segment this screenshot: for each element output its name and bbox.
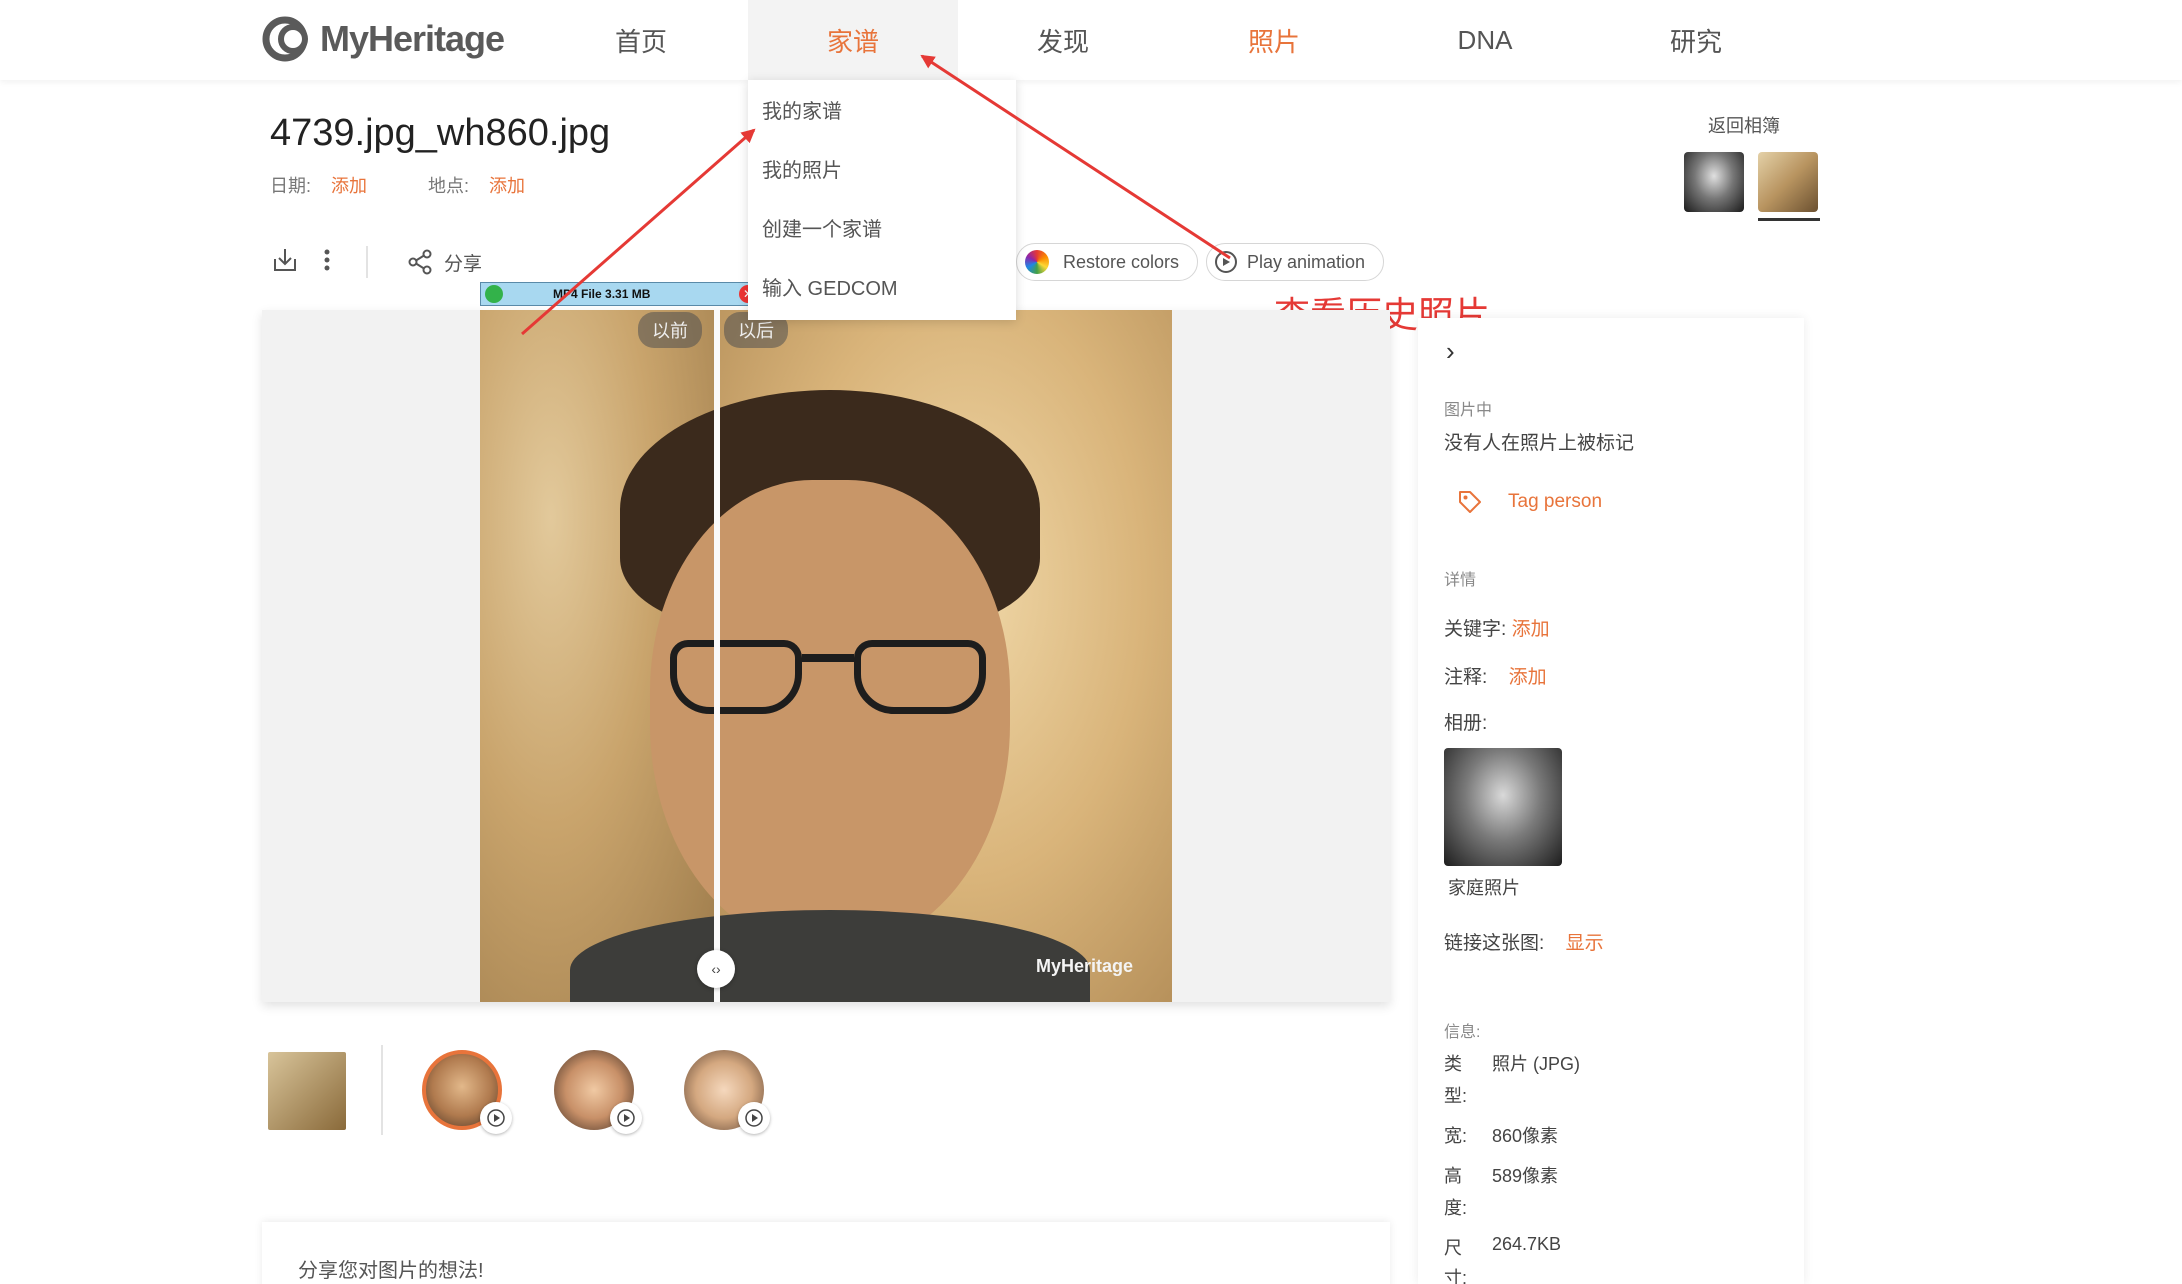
share-button[interactable]: 分享 bbox=[406, 248, 482, 276]
photo-watermark: MyHeritage bbox=[1036, 956, 1134, 976]
notes-label: 注释: bbox=[1444, 667, 1488, 688]
info-height-row-cont: 度: bbox=[1444, 1194, 1484, 1220]
info-size-key: 尺 bbox=[1444, 1238, 1462, 1258]
download-file-label: MP4 File 3.31 MB bbox=[553, 287, 651, 301]
restore-colors-button[interactable]: Restore colors bbox=[1016, 243, 1199, 281]
date-label: 日期: bbox=[270, 176, 312, 196]
info-size-row-cont: 寸: bbox=[1444, 1264, 1484, 1284]
comparison-divider[interactable] bbox=[714, 310, 720, 1002]
place-field: 地点: 添加 bbox=[428, 172, 525, 198]
link-row: 链接这张图: 显示 bbox=[1444, 928, 1604, 955]
comparison-slider-handle[interactable]: ‹› bbox=[697, 950, 735, 988]
color-wheel-icon bbox=[1025, 250, 1049, 274]
toolbar-divider bbox=[366, 246, 368, 278]
add-place-link[interactable]: 添加 bbox=[489, 176, 525, 196]
family-album-thumbnail[interactable] bbox=[1444, 748, 1562, 866]
info-type-key-cont: 型: bbox=[1444, 1086, 1468, 1106]
play-animation-label: Play animation bbox=[1247, 251, 1366, 272]
thumbnail-divider bbox=[381, 1045, 383, 1135]
info-width-value: 860像素 bbox=[1492, 1126, 1559, 1146]
info-type-row: 类 照片 (JPG) bbox=[1444, 1050, 1580, 1076]
full-photo-thumbnail[interactable] bbox=[268, 1052, 346, 1130]
info-height-row: 高 589像素 bbox=[1444, 1162, 1558, 1188]
photo-toolbar: 分享 bbox=[270, 245, 482, 279]
share-icon bbox=[408, 249, 432, 275]
keywords-row: 关键字: 添加 bbox=[1444, 614, 1550, 641]
info-heading: 信息: bbox=[1444, 1024, 1481, 1041]
play-icon bbox=[1215, 251, 1237, 273]
album-photo-thumb[interactable] bbox=[1684, 152, 1744, 212]
nav-discover[interactable]: 发现 bbox=[958, 0, 1168, 80]
menu-item-my-photos[interactable]: 我的照片 bbox=[748, 139, 1016, 198]
info-type-row-cont: 型: bbox=[1444, 1082, 1484, 1108]
keywords-label: 关键字: bbox=[1444, 619, 1507, 640]
link-label: 链接这张图: bbox=[1444, 933, 1545, 954]
place-label: 地点: bbox=[428, 176, 470, 196]
portrait-glasses-bridge bbox=[802, 654, 854, 662]
tag-person-button[interactable]: Tag person bbox=[1456, 488, 1602, 516]
info-type-key: 类 bbox=[1444, 1054, 1462, 1074]
info-height-key-cont: 度: bbox=[1444, 1198, 1468, 1218]
nav-photos[interactable]: 照片 bbox=[1169, 0, 1379, 80]
info-width-row: 宽: 860像素 bbox=[1444, 1122, 1558, 1148]
myheritage-logo-icon bbox=[262, 16, 308, 62]
restore-colors-label: Restore colors bbox=[1063, 251, 1180, 272]
add-date-link[interactable]: 添加 bbox=[331, 176, 367, 196]
portrait-glasses-left bbox=[670, 640, 802, 714]
info-size-value: 264.7KB bbox=[1492, 1234, 1562, 1254]
notes-row: 注释: 添加 bbox=[1444, 662, 1547, 689]
comment-box[interactable]: 分享您对图片的想法! bbox=[262, 1222, 1390, 1284]
more-options-icon[interactable] bbox=[322, 245, 332, 280]
show-link[interactable]: 显示 bbox=[1566, 933, 1604, 954]
play-animation-icon[interactable] bbox=[738, 1102, 770, 1134]
photo-title: 4739.jpg_wh860.jpg bbox=[270, 112, 611, 154]
download-notification-bar[interactable]: MP4 File 3.31 MB ✕ bbox=[480, 282, 762, 306]
info-height-value: 589像素 bbox=[1492, 1166, 1559, 1186]
top-navigation-bar: MyHeritage 首页 家谱 发现 照片 DNA 研究 bbox=[0, 0, 2182, 80]
comment-prompt: 分享您对图片的想法! bbox=[298, 1260, 484, 1282]
info-type-value: 照片 (JPG) bbox=[1492, 1054, 1580, 1074]
info-height-key: 高 bbox=[1444, 1166, 1462, 1186]
date-field: 日期: 添加 bbox=[270, 172, 367, 198]
share-label: 分享 bbox=[444, 253, 483, 275]
portrait-glasses-right bbox=[854, 640, 986, 714]
before-label: 以前 bbox=[638, 312, 702, 348]
album-name[interactable]: 家庭照片 bbox=[1448, 874, 1520, 900]
album-label: 相册: bbox=[1444, 713, 1488, 734]
back-to-album-link[interactable]: 返回相簿 bbox=[1708, 112, 1780, 138]
logo-text: MyHeritage bbox=[320, 18, 505, 59]
chevron-right-icon[interactable]: › bbox=[1446, 336, 1455, 367]
family-tree-dropdown-menu: 我的家谱 我的照片 创建一个家谱 输入 GEDCOM bbox=[748, 80, 1016, 320]
nav-home[interactable]: 首页 bbox=[536, 0, 746, 80]
add-notes-link[interactable]: 添加 bbox=[1509, 667, 1547, 688]
tag-person-label: Tag person bbox=[1508, 491, 1603, 512]
current-photo-indicator bbox=[1758, 218, 1820, 221]
download-icon[interactable] bbox=[270, 245, 300, 280]
in-photo-heading: 图片中 bbox=[1444, 402, 1493, 419]
add-keywords-link[interactable]: 添加 bbox=[1512, 619, 1550, 640]
myheritage-logo[interactable]: MyHeritage bbox=[262, 14, 505, 64]
menu-item-create-family-tree[interactable]: 创建一个家谱 bbox=[748, 198, 1016, 257]
album-photo-thumb-current[interactable] bbox=[1758, 152, 1818, 212]
nav-research[interactable]: 研究 bbox=[1591, 0, 1801, 80]
menu-item-my-family-tree[interactable]: 我的家谱 bbox=[748, 80, 1016, 139]
info-size-key-cont: 寸: bbox=[1444, 1268, 1468, 1284]
details-heading: 详情 bbox=[1444, 572, 1477, 589]
menu-item-import-gedcom[interactable]: 输入 GEDCOM bbox=[748, 257, 1016, 316]
photo-comparison-image[interactable] bbox=[480, 310, 1172, 1002]
nav-family-tree[interactable]: 家谱 bbox=[748, 0, 958, 80]
play-animation-icon[interactable] bbox=[480, 1102, 512, 1134]
tag-icon bbox=[1459, 491, 1481, 513]
nav-dna[interactable]: DNA bbox=[1380, 0, 1590, 80]
play-animation-button[interactable]: Play animation bbox=[1206, 243, 1385, 281]
no-tags-text: 没有人在照片上被标记 bbox=[1444, 433, 1635, 454]
info-width-key: 宽: bbox=[1444, 1126, 1468, 1146]
info-size-row: 尺 264.7KB bbox=[1444, 1234, 1561, 1260]
download-status-icon bbox=[485, 285, 503, 303]
play-animation-icon[interactable] bbox=[610, 1102, 642, 1134]
portrait-face bbox=[650, 480, 1010, 950]
